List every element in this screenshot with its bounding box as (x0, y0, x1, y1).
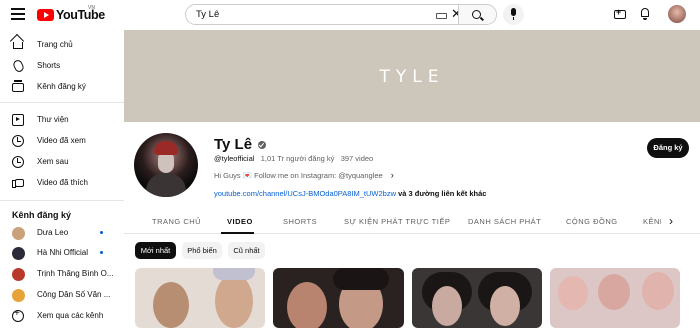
search-input[interactable]: Ty Lê (196, 9, 219, 20)
search-icon (472, 10, 481, 19)
video-thumbnail[interactable] (135, 268, 265, 328)
search-box[interactable]: Ty Lê ✕ (185, 4, 497, 25)
channel-avatar (12, 227, 25, 240)
sidebar: Trang chủ Shorts Kênh đăng ký Thư viện V… (0, 30, 124, 328)
account-avatar[interactable] (668, 5, 686, 23)
tab-playlists[interactable]: DANH SÁCH PHÁT (468, 217, 541, 226)
subscription-label: Công Dân Số Văn ... (37, 290, 111, 299)
video-thumbnail[interactable] (550, 268, 680, 328)
filter-chip-latest[interactable]: Mới nhất (135, 242, 176, 259)
notifications-icon[interactable] (640, 8, 650, 20)
sidebar-item-watch-later[interactable]: Xem sau (0, 152, 120, 172)
logo-text: YouTube (56, 8, 105, 22)
channel-avatar (12, 247, 25, 260)
keyboard-icon[interactable] (436, 13, 447, 19)
sidebar-divider (0, 200, 124, 201)
channel-avatar (12, 289, 25, 302)
channel-description: Hi Guys 💌 Follow me on Instagram: @tyqua… (214, 171, 383, 180)
subscription-item[interactable]: Hà Nhi Official (0, 243, 120, 263)
voice-search-button[interactable] (503, 4, 524, 25)
sidebar-item-label: Video đã thích (37, 178, 89, 187)
sidebar-item-label: Kênh đăng ký (37, 82, 86, 91)
banner-text: TYLE (379, 67, 445, 87)
subscription-item[interactable]: Trịnh Thăng Bình O... (0, 264, 120, 284)
history-icon (12, 135, 24, 147)
sidebar-item-label: Video đã xem (37, 136, 86, 145)
sidebar-item-home[interactable]: Trang chủ (0, 35, 120, 55)
country-code: VN (88, 5, 95, 11)
sidebar-item-label: Xem sau (37, 157, 69, 166)
create-video-icon[interactable] (614, 7, 626, 19)
sidebar-item-browse-channels[interactable]: Xem qua các kênh (0, 306, 120, 326)
subscription-item[interactable]: Dưa Leo (0, 223, 120, 243)
more-links[interactable]: và 3 đường liên kết khác (398, 189, 486, 198)
subscription-item[interactable]: Công Dân Số Văn ... (0, 285, 120, 305)
tab-live[interactable]: SỰ KIỆN PHÁT TRỰC TIẾP (344, 217, 450, 226)
subscribe-button[interactable]: Đăng ký (647, 138, 689, 158)
subscriber-count: 1,01 Tr người đăng ký (260, 154, 335, 163)
channel-name: Ty Lê (214, 136, 253, 153)
channel-meta: @tyleofficial 1,01 Tr người đăng ký 397 … (214, 154, 373, 163)
tab-channels[interactable]: KÊNH (643, 217, 661, 226)
liked-videos-icon (12, 179, 24, 188)
tab-community[interactable]: CỘNG ĐỒNG (566, 217, 618, 226)
youtube-play-icon (37, 9, 54, 21)
sidebar-item-label: Trang chủ (37, 40, 73, 49)
sidebar-item-subscriptions[interactable]: Kênh đăng ký (0, 77, 120, 97)
chevron-right-icon[interactable]: › (391, 170, 394, 180)
channel-tabs: TRANG CHỦ VIDEO SHORTS SỰ KIỆN PHÁT TRỰC… (124, 210, 700, 234)
new-content-dot (100, 251, 103, 254)
channel-name-row: Ty Lê (214, 136, 267, 153)
subscription-label: Trịnh Thăng Bình O... (37, 269, 114, 278)
tabs-scroll-right-icon[interactable]: › (669, 214, 673, 228)
shorts-icon (11, 58, 26, 74)
filter-chip-oldest[interactable]: Cũ nhất (228, 242, 265, 259)
home-icon (13, 42, 23, 49)
library-icon (12, 114, 24, 126)
add-circle-icon (12, 308, 24, 322)
filter-chip-popular[interactable]: Phổ biến (182, 242, 222, 259)
masthead: YouTube VN Ty Lê ✕ (0, 0, 700, 30)
channel-avatar (12, 268, 25, 281)
watch-later-icon (12, 156, 24, 168)
sidebar-item-history[interactable]: Video đã xem (0, 131, 120, 151)
mic-icon (511, 8, 516, 16)
sidebar-item-shorts[interactable]: Shorts (0, 56, 120, 76)
sidebar-divider (0, 102, 124, 103)
new-content-dot (100, 231, 103, 234)
channel-avatar[interactable] (134, 133, 198, 197)
subscriptions-heading: Kênh đăng ký (12, 210, 72, 220)
sidebar-item-label: Shorts (37, 61, 61, 70)
channel-links: youtube.com/channel/UCsJ-BMOda0PA8IM_tUW… (214, 189, 486, 198)
verified-badge-icon (258, 140, 267, 149)
subscription-label: Dưa Leo (37, 228, 69, 237)
active-tab-indicator (221, 232, 254, 234)
channel-handle: @tyleofficial (214, 154, 255, 163)
youtube-logo[interactable]: YouTube VN (37, 5, 105, 22)
sidebar-item-label: Xem qua các kênh (37, 311, 104, 320)
tab-home[interactable]: TRANG CHỦ (152, 217, 201, 226)
tab-shorts[interactable]: SHORTS (283, 217, 317, 226)
channel-banner: TYLE (124, 30, 700, 122)
sidebar-item-liked-videos[interactable]: Video đã thích (0, 173, 120, 193)
menu-icon[interactable] (11, 8, 25, 20)
search-button[interactable] (458, 5, 496, 24)
sidebar-item-library[interactable]: Thư viện (0, 110, 120, 130)
video-thumbnail[interactable] (273, 268, 404, 328)
channel-url-link[interactable]: youtube.com/channel/UCsJ-BMOda0PA8IM_tUW… (214, 189, 396, 198)
subscription-label: Hà Nhi Official (37, 248, 88, 257)
video-count: 397 video (340, 154, 374, 163)
sidebar-item-label: Thư viện (37, 115, 69, 124)
subscriptions-icon (12, 80, 24, 92)
tab-videos[interactable]: VIDEO (227, 217, 253, 226)
channel-description-row[interactable]: Hi Guys 💌 Follow me on Instagram: @tyqua… (214, 170, 394, 180)
video-thumbnail[interactable] (412, 268, 542, 328)
